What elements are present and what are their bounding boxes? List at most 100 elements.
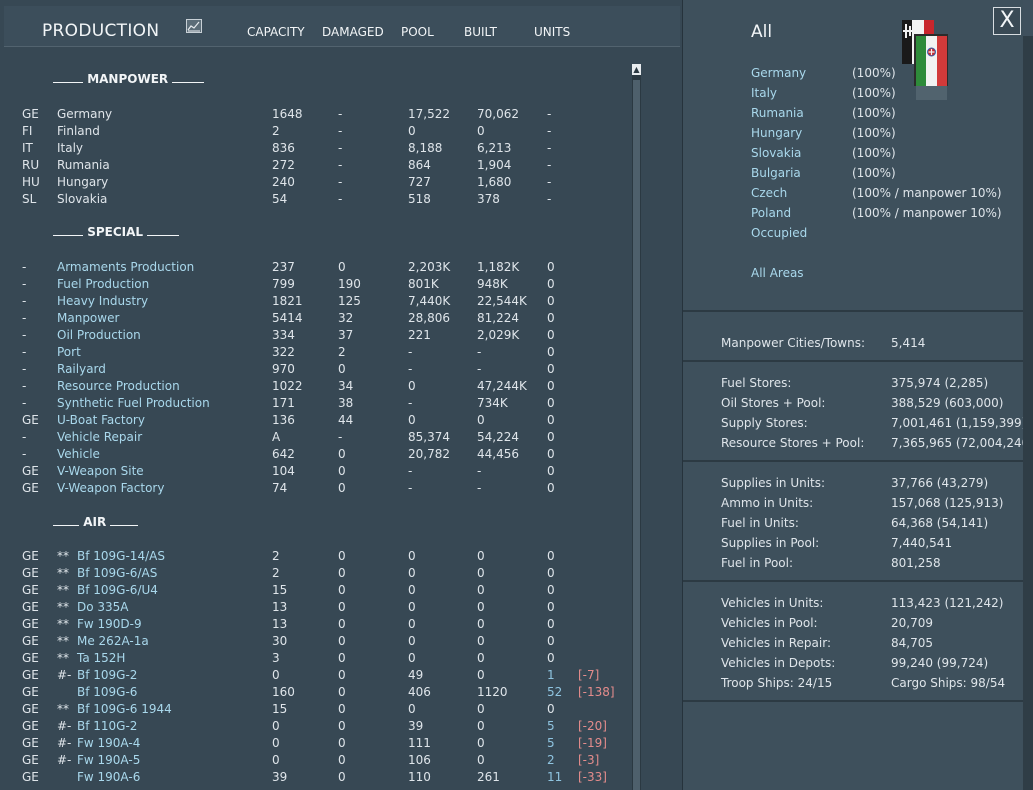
row-status-prefix: #- bbox=[57, 753, 72, 767]
row-capacity: 13 bbox=[272, 617, 288, 631]
row-status-prefix: ** bbox=[57, 566, 69, 580]
table-row[interactable]: GE ** Bf 109G-6/U4 15 0 0 0 0 bbox=[0, 583, 630, 600]
row-pool: 0 bbox=[408, 617, 416, 631]
country-filter-link[interactable]: Bulgaria bbox=[751, 166, 801, 180]
table-row[interactable]: - Fuel Production 799 190 801K 948K 0 bbox=[0, 277, 630, 294]
row-pool: 106 bbox=[408, 753, 431, 767]
country-filter-link[interactable]: Italy bbox=[751, 86, 777, 100]
row-country-code: GE bbox=[22, 464, 39, 478]
row-name-link[interactable]: Bf 109G-2 bbox=[77, 668, 137, 682]
country-filter-link[interactable]: Czech bbox=[751, 186, 787, 200]
table-row[interactable]: GE ** Me 262A-1a 30 0 0 0 0 bbox=[0, 634, 630, 651]
table-row[interactable]: GE ** Bf 109G-6 1944 15 0 0 0 0 bbox=[0, 702, 630, 719]
country-filter-link[interactable]: Slovakia bbox=[751, 146, 801, 160]
row-built: 0 bbox=[477, 566, 485, 580]
row-name-link[interactable]: Bf 110G-2 bbox=[77, 719, 137, 733]
row-name-link[interactable]: Fw 190A-6 bbox=[77, 770, 140, 784]
scroll-up-arrow-icon[interactable]: ▲ bbox=[632, 64, 641, 75]
row-name-link[interactable]: Bf 109G-6 bbox=[77, 685, 137, 699]
table-row[interactable]: - Armaments Production 237 0 2,203K 1,182K 0 bbox=[0, 260, 630, 277]
row-country-code: GE bbox=[22, 719, 39, 733]
close-button[interactable]: X bbox=[993, 7, 1021, 35]
row-name-link[interactable]: Bf 109G-6/U4 bbox=[77, 583, 158, 597]
row-name-link[interactable]: Synthetic Fuel Production bbox=[57, 396, 210, 410]
row-name-link[interactable]: Ta 152H bbox=[77, 651, 125, 665]
row-name-link[interactable]: Heavy Industry bbox=[57, 294, 148, 308]
table-row[interactable]: - Synthetic Fuel Production 171 38 - 734K 0 bbox=[0, 396, 630, 413]
table-row[interactable]: GE ** Ta 152H 3 0 0 0 0 bbox=[0, 651, 630, 668]
row-units: 0 bbox=[547, 634, 555, 648]
table-row[interactable]: GE V-Weapon Site 104 0 - - 0 bbox=[0, 464, 630, 481]
table-row[interactable]: SL Slovakia 54 - 518 378 - bbox=[0, 192, 630, 209]
table-row[interactable]: GE #- Bf 109G-2 0 0 49 0 1 [-7] bbox=[0, 668, 630, 685]
table-row[interactable]: - Heavy Industry 1821 125 7,440K 22,544K 0 bbox=[0, 294, 630, 311]
row-name-link[interactable]: Resource Production bbox=[57, 379, 180, 393]
row-name-link[interactable]: Vehicle Repair bbox=[57, 430, 142, 444]
country-filter-link[interactable]: Poland bbox=[751, 206, 791, 220]
country-filter-link[interactable]: Hungary bbox=[751, 126, 802, 140]
table-row[interactable]: IT Italy 836 - 8,188 6,213 - bbox=[0, 141, 630, 158]
row-name-link[interactable]: V-Weapon Factory bbox=[57, 481, 164, 495]
table-row[interactable]: GE ** Do 335A 13 0 0 0 0 bbox=[0, 600, 630, 617]
row-name-link[interactable]: Railyard bbox=[57, 362, 106, 376]
row-capacity: 2 bbox=[272, 549, 280, 563]
country-share: (100%) bbox=[852, 106, 896, 120]
section-heading-manpower: MANPOWER bbox=[53, 72, 205, 86]
row-country-code: SL bbox=[22, 192, 37, 206]
table-row[interactable]: GE ** Fw 190D-9 13 0 0 0 0 bbox=[0, 617, 630, 634]
table-row[interactable]: GE Bf 109G-6 160 0 406 1120 52 [-138] bbox=[0, 685, 630, 702]
row-losses: [-3] bbox=[578, 753, 600, 767]
row-pool: 17,522 bbox=[408, 107, 450, 121]
country-filter-link[interactable]: Germany bbox=[751, 66, 806, 80]
row-damaged: 0 bbox=[338, 753, 346, 767]
table-row[interactable]: GE #- Bf 110G-2 0 0 39 0 5 [-20] bbox=[0, 719, 630, 736]
table-row[interactable]: - Railyard 970 0 - - 0 bbox=[0, 362, 630, 379]
row-name-link[interactable]: Oil Production bbox=[57, 328, 141, 342]
row-name-link[interactable]: Do 335A bbox=[77, 600, 129, 614]
table-row[interactable]: GE ** Bf 109G-6/AS 2 0 0 0 0 bbox=[0, 566, 630, 583]
table-row[interactable]: RU Rumania 272 - 864 1,904 - bbox=[0, 158, 630, 175]
table-row[interactable]: - Port 322 2 - - 0 bbox=[0, 345, 630, 362]
row-name-link[interactable]: U-Boat Factory bbox=[57, 413, 145, 427]
table-row[interactable]: - Oil Production 334 37 221 2,029K 0 bbox=[0, 328, 630, 345]
row-name-link[interactable]: Fw 190D-9 bbox=[77, 617, 142, 631]
table-row[interactable]: - Manpower 5414 32 28,806 81,224 0 bbox=[0, 311, 630, 328]
table-row[interactable]: - Vehicle 642 0 20,782 44,456 0 bbox=[0, 447, 630, 464]
row-name-link[interactable]: Manpower bbox=[57, 311, 119, 325]
table-row[interactable]: GE U-Boat Factory 136 44 0 0 0 bbox=[0, 413, 630, 430]
row-name-link[interactable]: Bf 109G-6 1944 bbox=[77, 702, 172, 716]
country-filter-link[interactable]: Occupied bbox=[751, 226, 807, 240]
scrollbar-thumb[interactable] bbox=[633, 80, 640, 790]
row-name-link[interactable]: Fuel Production bbox=[57, 277, 149, 291]
row-units: 2 bbox=[547, 753, 555, 767]
table-row[interactable]: GE #- Fw 190A-4 0 0 111 0 5 [-19] bbox=[0, 736, 630, 753]
row-name: Slovakia bbox=[57, 192, 108, 206]
row-name-link[interactable]: Bf 109G-14/AS bbox=[77, 549, 165, 563]
row-name-link[interactable]: Armaments Production bbox=[57, 260, 194, 274]
row-name-link[interactable]: Fw 190A-4 bbox=[77, 736, 140, 750]
table-row[interactable]: GE #- Fw 190A-5 0 0 106 0 2 [-3] bbox=[0, 753, 630, 770]
table-row[interactable]: - Resource Production 1022 34 0 47,244K 0 bbox=[0, 379, 630, 396]
country-filter-link[interactable]: Rumania bbox=[751, 106, 804, 120]
table-row[interactable]: GE ** Bf 109G-14/AS 2 0 0 0 0 bbox=[0, 549, 630, 566]
row-capacity: 136 bbox=[272, 413, 295, 427]
row-country-code: - bbox=[22, 447, 27, 461]
row-units: 0 bbox=[547, 702, 555, 716]
stat-label: Vehicles in Depots: bbox=[721, 656, 836, 670]
table-row[interactable]: GE V-Weapon Factory 74 0 - - 0 bbox=[0, 481, 630, 498]
row-name-link[interactable]: Fw 190A-5 bbox=[77, 753, 140, 767]
row-name-link[interactable]: V-Weapon Site bbox=[57, 464, 144, 478]
row-name-link[interactable]: Port bbox=[57, 345, 81, 359]
row-name-link[interactable]: Bf 109G-6/AS bbox=[77, 566, 157, 580]
row-country-code: HU bbox=[22, 175, 40, 189]
all-areas-link[interactable]: All Areas bbox=[751, 266, 804, 280]
row-country-code: - bbox=[22, 430, 27, 444]
table-row[interactable]: FI Finland 2 - 0 0 - bbox=[0, 124, 630, 141]
table-row[interactable]: - Vehicle Repair A - 85,374 54,224 0 bbox=[0, 430, 630, 447]
table-row[interactable]: HU Hungary 240 - 727 1,680 - bbox=[0, 175, 630, 192]
row-pool: 0 bbox=[408, 583, 416, 597]
row-name-link[interactable]: Vehicle bbox=[57, 447, 100, 461]
row-name-link[interactable]: Me 262A-1a bbox=[77, 634, 149, 648]
table-row[interactable]: GE Germany 1648 - 17,522 70,062 - bbox=[0, 107, 630, 124]
table-row[interactable]: GE Fw 190A-6 39 0 110 261 11 [-33] bbox=[0, 770, 630, 787]
